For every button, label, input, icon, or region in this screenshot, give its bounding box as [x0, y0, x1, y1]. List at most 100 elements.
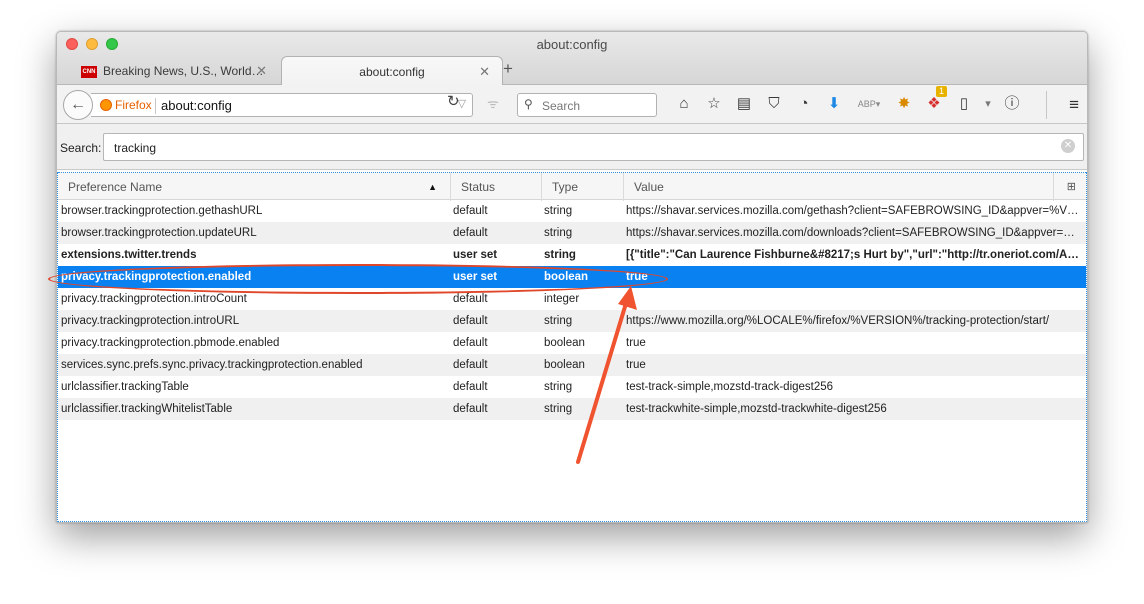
clear-search-icon[interactable]: ✕ — [1061, 139, 1075, 153]
pref-type: string — [544, 205, 573, 217]
pref-type: string — [544, 227, 573, 239]
url-bar[interactable]: Firefox about:config ▽ — [91, 93, 473, 117]
column-header-value[interactable]: Value — [624, 173, 1054, 201]
pref-value: true — [626, 359, 646, 371]
reading-list-icon[interactable]: ▤ — [729, 94, 759, 114]
bookmark-star-icon[interactable]: ☆ — [699, 94, 729, 114]
config-search-value: tracking — [114, 141, 157, 155]
tab-label: Breaking News, U.S., World… — [103, 64, 264, 78]
pref-name: privacy.trackingprotection.pbmode.enable… — [61, 337, 280, 349]
pref-type: string — [544, 403, 573, 415]
tab-close-icon[interactable]: ✕ — [479, 64, 490, 80]
window-title: about:config — [536, 37, 608, 52]
table-row[interactable]: privacy.trackingprotection.introCount de… — [58, 288, 1086, 310]
config-search-input[interactable]: tracking ✕ — [103, 133, 1084, 161]
pref-name: privacy.trackingprotection.introCount — [61, 293, 247, 305]
column-name-label: Preference Name — [68, 180, 163, 194]
table-header: Preference Name ▲ Status Type Value ⊞ — [58, 172, 1086, 201]
adblock-plus-icon[interactable]: ABP▾ — [849, 94, 889, 114]
column-header-status[interactable]: Status — [451, 173, 542, 201]
pref-status: user set — [453, 249, 498, 261]
pref-value: https://shavar.services.mozilla.com/down… — [626, 227, 1084, 239]
menu-icon[interactable]: ≡ — [1069, 95, 1079, 115]
pref-type: boolean — [544, 337, 585, 349]
pref-status: default — [453, 227, 488, 239]
extension-blocks-icon[interactable]: ❖ 1 — [919, 86, 949, 114]
table-row[interactable]: extensions.twitter.trends user set strin… — [58, 244, 1086, 266]
tab-close-icon[interactable]: ✕ — [256, 63, 267, 79]
table-row[interactable]: browser.trackingprotection.updateURL def… — [58, 222, 1086, 244]
toolbar-divider — [1046, 91, 1047, 119]
table-row[interactable]: privacy.trackingprotection.pbmode.enable… — [58, 332, 1086, 354]
pref-status: default — [453, 293, 488, 305]
tab-about-config[interactable]: about:config ✕ — [281, 56, 503, 86]
pref-value: true — [626, 271, 648, 283]
navigation-toolbar: Firefox about:config ▽ ← ↻ ᯤ ⚲ Search ⌂ … — [57, 85, 1087, 124]
downloads-icon[interactable]: ⬇ — [819, 94, 849, 114]
column-header-name[interactable]: Preference Name ▲ — [58, 173, 451, 201]
pref-type: integer — [544, 293, 580, 305]
history-icon[interactable]: ◔ — [789, 94, 819, 114]
table-row[interactable]: services.sync.prefs.sync.privacy.trackin… — [58, 354, 1086, 376]
column-picker-icon[interactable]: ⊞ — [1067, 173, 1076, 201]
table-row[interactable]: urlclassifier.trackingTable default stri… — [58, 376, 1086, 398]
info-icon[interactable]: ⓘ — [997, 94, 1027, 114]
home-icon[interactable]: ⌂ — [669, 94, 699, 114]
table-row[interactable]: browser.trackingprotection.gethashURL de… — [58, 200, 1086, 222]
pref-status: default — [453, 337, 488, 349]
pref-name: privacy.trackingprotection.introURL — [61, 315, 240, 327]
browser-window: about:config CNN Breaking News, U.S., Wor… — [56, 31, 1088, 523]
column-header-type[interactable]: Type — [542, 173, 624, 201]
search-bar[interactable]: ⚲ Search — [517, 93, 657, 117]
pref-name: services.sync.prefs.sync.privacy.trackin… — [61, 359, 363, 371]
clipboard-icon[interactable]: ▯ — [949, 94, 979, 114]
tab-cnn[interactable]: CNN Breaking News, U.S., World… ✕ — [73, 56, 283, 86]
pref-name: urlclassifier.trackingTable — [61, 381, 189, 393]
toolbar-icons: ⌂ ☆ ▤ ⛉ ◔ ⬇ ABP▾ ✸ ❖ 1 ▯ ▾ ⓘ — [669, 86, 1027, 114]
new-tab-button[interactable]: + — [503, 59, 513, 79]
pref-type: boolean — [544, 359, 585, 371]
pref-type: boolean — [544, 271, 589, 283]
search-placeholder: Search — [542, 99, 581, 113]
table-row[interactable]: urlclassifier.trackingWhitelistTable def… — [58, 398, 1086, 420]
identity-label: Firefox — [115, 98, 152, 112]
pref-value: true — [626, 337, 646, 349]
back-button[interactable]: ← — [63, 90, 93, 120]
tab-label: about:config — [359, 65, 425, 79]
dropdown-icon[interactable]: ▾ — [979, 94, 997, 114]
sort-ascending-icon: ▲ — [428, 182, 437, 192]
pref-status: default — [453, 359, 488, 371]
search-label: Search: — [60, 141, 102, 155]
title-bar: about:config CNN Breaking News, U.S., Wor… — [57, 32, 1087, 86]
pref-name: browser.trackingprotection.gethashURL — [61, 205, 263, 217]
pref-value: [{"title":"Can Laurence Fishburne&#8217;… — [626, 249, 1084, 261]
pref-type: string — [544, 315, 573, 327]
pref-name: privacy.trackingprotection.enabled — [61, 271, 252, 283]
pref-status: default — [453, 205, 488, 217]
url-text[interactable]: about:config — [161, 98, 232, 113]
pref-status: user set — [453, 271, 498, 283]
pref-value: https://shavar.services.mozilla.com/geth… — [626, 205, 1084, 217]
pocket-icon[interactable]: ⛉ — [759, 94, 789, 114]
back-arrow-icon: ← — [70, 96, 86, 113]
table-body: browser.trackingprotection.gethashURL de… — [58, 200, 1086, 420]
extension-badge: 1 — [935, 86, 947, 97]
rss-feed-icon[interactable]: ᯤ — [487, 94, 499, 112]
firefox-logo-icon — [100, 99, 112, 111]
about-config-page: Search: tracking ✕ Preference Name ▲ Sta… — [57, 124, 1087, 522]
cnn-favicon-icon: CNN — [81, 65, 97, 78]
identity-box[interactable]: Firefox — [100, 98, 152, 112]
table-row-selected[interactable]: privacy.trackingprotection.enabled user … — [58, 266, 1086, 288]
preferences-table: Preference Name ▲ Status Type Value ⊞ br… — [57, 172, 1087, 522]
extension-bug-icon[interactable]: ✸ — [889, 94, 919, 114]
pref-type: string — [544, 249, 576, 261]
url-separator — [155, 98, 156, 114]
pref-status: default — [453, 403, 488, 415]
config-search-row: Search: tracking ✕ — [57, 124, 1087, 170]
search-icon: ⚲ — [524, 97, 533, 111]
table-row[interactable]: privacy.trackingprotection.introURL defa… — [58, 310, 1086, 332]
pref-name: extensions.twitter.trends — [61, 249, 197, 261]
pref-value: https://www.mozilla.org/%LOCALE%/firefox… — [626, 315, 1050, 327]
reload-icon[interactable]: ↻ — [447, 92, 460, 110]
pref-type: string — [544, 381, 573, 393]
